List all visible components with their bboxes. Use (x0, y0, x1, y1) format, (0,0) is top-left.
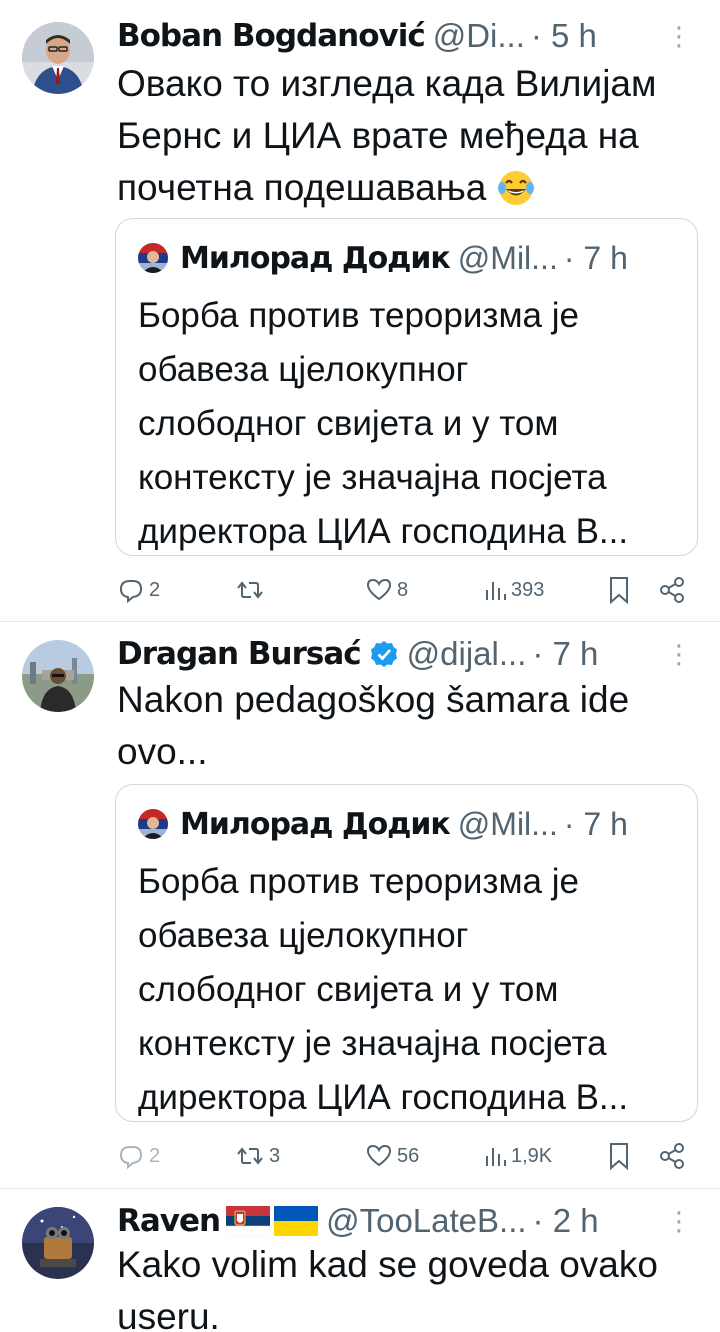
bookmark-button[interactable] (607, 572, 631, 608)
quoted-text-line: обавеза цјелокупног (138, 916, 469, 955)
reply-icon (119, 580, 143, 604)
more-options-icon[interactable]: ⋮ (666, 636, 692, 672)
quoted-author-name: Милорад Додик (180, 806, 451, 842)
tweet-text-line: useru. (117, 1296, 220, 1332)
reply-count: 2 (149, 578, 161, 601)
avatar[interactable] (22, 1207, 94, 1279)
avatar[interactable] (22, 22, 94, 94)
name-flags (226, 1206, 319, 1236)
bookmark-button[interactable] (607, 1138, 631, 1174)
author-handle[interactable]: @dijal... (407, 635, 527, 673)
tweet-text-line: Овако то изгледа када Вилијам (117, 63, 657, 104)
tweet-3[interactable]: Raven @TooLateB... · 2 h ⋮ Kako volim ka… (0, 1189, 720, 1332)
view-count: 393 (511, 578, 545, 601)
share-icon (660, 1143, 684, 1169)
like-button[interactable]: 56 (365, 1138, 419, 1174)
reply-button[interactable]: 2 (117, 1138, 160, 1174)
repost-button[interactable] (235, 572, 269, 608)
timestamp[interactable]: · 7 h (532, 635, 598, 673)
author-handle[interactable]: @Di... (433, 17, 525, 55)
view-count: 1,9K (511, 1144, 553, 1167)
quoted-text-line: слободног свијета и у том (138, 404, 559, 443)
reply-icon (119, 1146, 143, 1170)
heart-icon (366, 1144, 392, 1167)
author-name[interactable]: Boban Bogdanović (117, 18, 426, 54)
share-button[interactable] (657, 1138, 687, 1174)
tweet-text-line: Nakon pedagoškog šamara ide (117, 679, 630, 720)
quoted-text-line: Борба против тероризма је (138, 296, 579, 335)
quoted-tweet-header: Милорад Додик @Mil... · 7 h (138, 805, 628, 843)
quoted-text-line: слободног свијета и у том (138, 970, 559, 1009)
bookmark-icon (610, 577, 628, 605)
quoted-author-handle: @Mil... (457, 239, 558, 276)
serbia-flag-icon (226, 1206, 271, 1236)
quoted-timestamp: · 7 h (563, 239, 628, 276)
repost-count: 3 (269, 1144, 281, 1167)
reply-button[interactable]: 2 (117, 572, 160, 608)
quoted-text-line: директора ЦИА господина В... (138, 512, 629, 551)
quoted-text-line: контексту је значајна посјета (138, 1024, 607, 1063)
bookmark-icon (610, 1143, 628, 1171)
laughing-tears-emoji-icon (498, 171, 535, 205)
quoted-timestamp: · 7 h (563, 805, 628, 842)
author-name[interactable]: Raven (117, 1203, 221, 1239)
quoted-tweet[interactable]: Милорад Додик @Mil... · 7 h Борба против… (115, 784, 698, 1122)
tweet-text-line: ovo... (117, 731, 208, 772)
quoted-text-line: директора ЦИА господина В... (138, 1078, 629, 1117)
quoted-tweet-text: Борба против тероризма је обавеза цјелок… (138, 289, 678, 559)
quoted-text-line: контексту је значајна посјета (138, 458, 607, 497)
like-button[interactable]: 8 (365, 572, 408, 608)
tweet-text: Nakon pedagoškog šamara ide ovo... (117, 674, 697, 778)
author-handle[interactable]: @TooLateB... (326, 1202, 526, 1240)
tweet-header: Raven @TooLateB... · 2 h ⋮ (117, 1201, 692, 1241)
tweet-2[interactable]: Dragan Bursać @dijal... · 7 h ⋮ Nakon pe… (0, 622, 720, 1188)
views-icon (486, 582, 506, 600)
quoted-text-line: обавеза цјелокупног (138, 350, 469, 389)
views-button[interactable]: 393 (483, 572, 544, 608)
quoted-author-handle: @Mil... (457, 805, 558, 842)
verified-badge-icon (370, 641, 397, 667)
timestamp[interactable]: · 5 h (531, 17, 597, 55)
tweet-text: Овако то изгледа када Вилијам Бернс и ЦИ… (117, 58, 697, 214)
tweet-text-line: Бернс и ЦИА врате међеда на (117, 115, 639, 156)
more-options-icon[interactable]: ⋮ (666, 1203, 692, 1239)
quoted-tweet[interactable]: Милорад Додик @Mil... · 7 h Борба против… (115, 218, 698, 556)
quoted-text-line: Борба против тероризма је (138, 862, 579, 901)
like-count: 8 (397, 578, 409, 601)
repost-icon (237, 1147, 263, 1165)
tweet-text-line: Kako volim kad se goveda ovako (117, 1244, 658, 1285)
more-options-icon[interactable]: ⋮ (666, 18, 692, 54)
like-count: 56 (397, 1144, 420, 1167)
avatar[interactable] (22, 640, 94, 712)
quoted-avatar (138, 243, 168, 273)
timestamp[interactable]: · 2 h (533, 1202, 599, 1240)
repost-button[interactable]: 3 (235, 1138, 280, 1174)
quoted-tweet-text: Борба против тероризма је обавеза цјелок… (138, 855, 678, 1125)
quoted-author-name: Милорад Додик (180, 240, 451, 276)
views-button[interactable]: 1,9K (483, 1138, 552, 1174)
share-button[interactable] (657, 572, 687, 608)
ukraine-flag-icon (274, 1206, 319, 1236)
tweet-1[interactable]: Boban Bogdanović @Di... · 5 h ⋮ Овако то… (0, 0, 720, 620)
tweet-actions: 2 8 393 (117, 572, 692, 608)
tweet-text-line: почетна подешавања (117, 162, 697, 214)
quoted-tweet-header: Милорад Додик @Mil... · 7 h (138, 239, 628, 277)
heart-icon (366, 578, 392, 601)
author-name[interactable]: Dragan Bursać (117, 636, 362, 672)
tweet-header: Boban Bogdanović @Di... · 5 h ⋮ (117, 16, 692, 56)
tweet-header: Dragan Bursać @dijal... · 7 h ⋮ (117, 634, 692, 674)
share-icon (660, 577, 684, 603)
repost-icon (237, 581, 263, 599)
tweet-text: Kako volim kad se goveda ovako useru. (117, 1239, 697, 1332)
reply-count: 2 (149, 1144, 161, 1167)
views-icon (486, 1148, 506, 1166)
tweet-actions: 2 3 56 1,9K (117, 1138, 692, 1174)
quoted-avatar (138, 809, 168, 839)
